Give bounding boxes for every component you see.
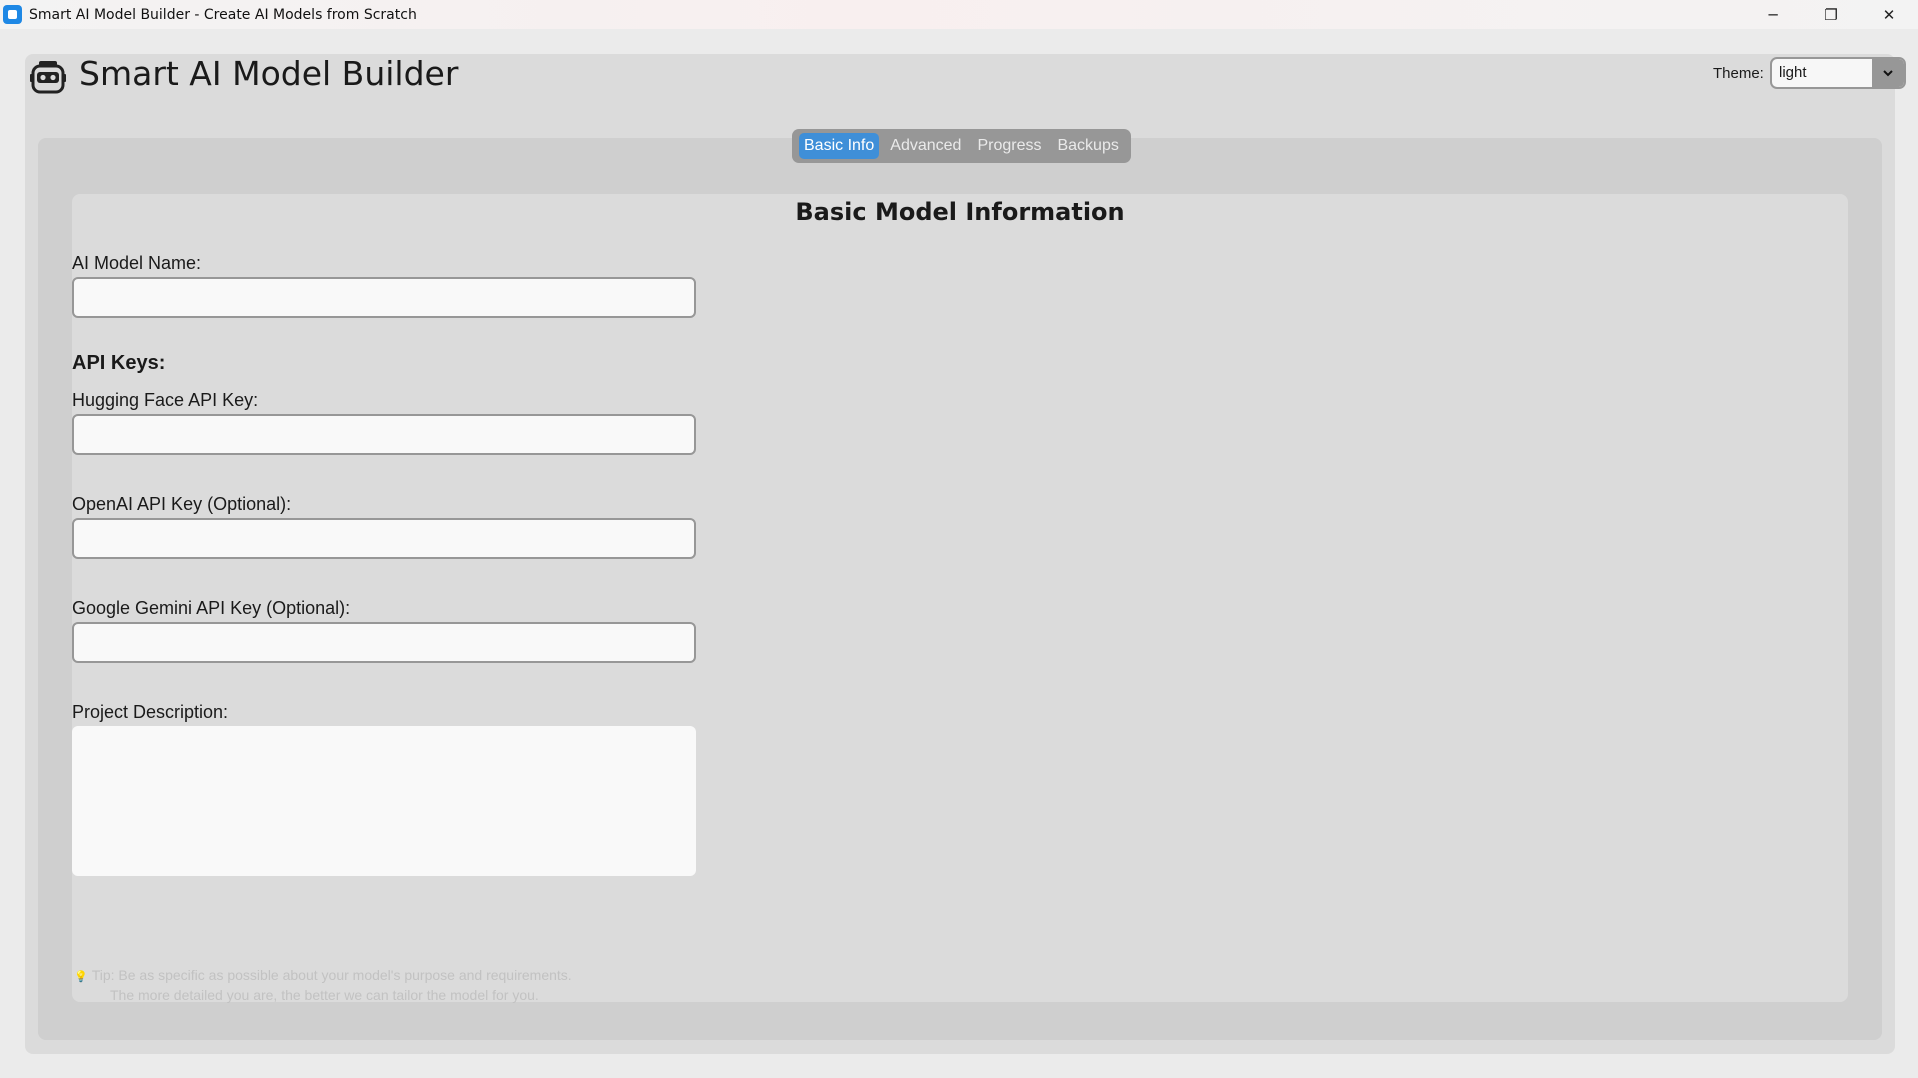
tip-text: 💡 Tip: Be as specific as possible about y… — [74, 966, 572, 1004]
huggingface-key-label: Hugging Face API Key: — [72, 390, 259, 410]
robot-icon — [30, 61, 66, 94]
theme-dropdown-value: light — [1779, 64, 1807, 81]
theme-dropdown[interactable]: light — [1770, 57, 1906, 89]
gemini-key-input[interactable] — [72, 622, 696, 663]
tab-backups[interactable]: Backups — [1052, 133, 1123, 159]
tip-line-1: Tip: Be as specific as possible about yo… — [91, 967, 572, 983]
restore-button[interactable]: ❐ — [1802, 0, 1860, 29]
window-titlebar: Smart AI Model Builder - Create AI Model… — [0, 0, 1918, 29]
section-title: Basic Model Information — [795, 198, 1125, 226]
huggingface-key-input[interactable] — [72, 414, 696, 455]
close-button[interactable]: ✕ — [1860, 0, 1918, 29]
tab-progress[interactable]: Progress — [972, 133, 1046, 159]
window-controls: ─ ❐ ✕ — [1744, 0, 1918, 29]
gemini-key-label: Google Gemini API Key (Optional): — [72, 598, 351, 618]
description-textarea[interactable] — [72, 726, 696, 876]
app-icon — [3, 5, 22, 24]
window-title: Smart AI Model Builder - Create AI Model… — [29, 6, 417, 23]
tab-basic-info[interactable]: Basic Info — [799, 133, 880, 159]
tip-line-2: The more detailed you are, the better we… — [110, 987, 539, 1003]
tab-advanced[interactable]: Advanced — [885, 133, 966, 159]
app-heading: Smart AI Model Builder — [79, 54, 459, 93]
tab-bar: Basic Info Advanced Progress Backups — [792, 129, 1131, 163]
openai-key-input[interactable] — [72, 518, 696, 559]
model-name-input[interactable] — [72, 277, 696, 318]
chevron-down-icon[interactable] — [1872, 59, 1904, 87]
tabview-panel: Basic Info Advanced Progress Backups Bas… — [38, 129, 1882, 1040]
lightbulb-icon: 💡 — [74, 971, 88, 983]
minimize-button[interactable]: ─ — [1744, 0, 1802, 29]
theme-label: Theme: — [1713, 65, 1764, 82]
openai-key-label: OpenAI API Key (Optional): — [72, 494, 292, 514]
model-name-label: AI Model Name: — [72, 253, 202, 273]
main-frame: Smart AI Model Builder Theme: light Basi… — [25, 54, 1906, 1054]
api-keys-heading: API Keys: — [72, 352, 166, 374]
description-label: Project Description: — [72, 702, 229, 722]
basic-info-content: Basic Model Information AI Model Name: A… — [72, 194, 1848, 1004]
